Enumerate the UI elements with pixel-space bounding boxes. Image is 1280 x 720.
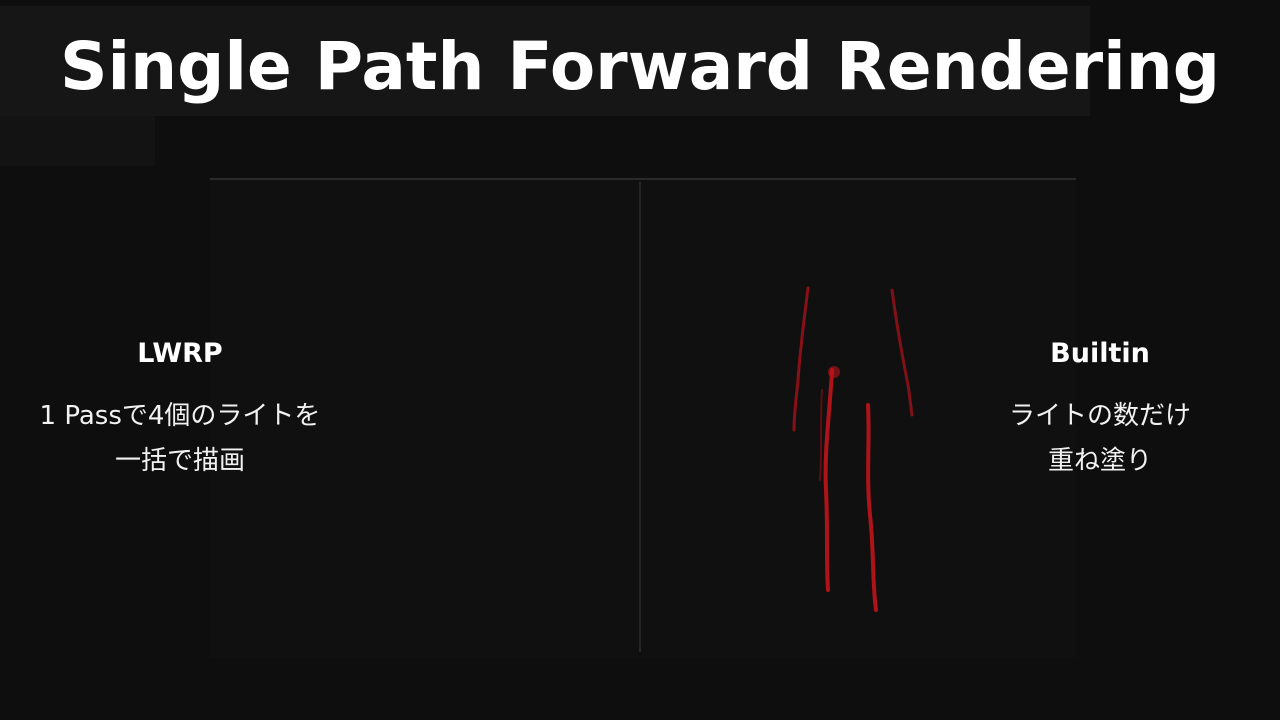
red-light-streaks-render xyxy=(792,286,914,612)
builtin-description-line-1: ライトの数だけ xyxy=(1008,401,1191,431)
light-streak xyxy=(792,286,810,432)
light-streak xyxy=(819,389,823,481)
slide: Single Path Forward Rendering LWRP 1 Pas… xyxy=(0,0,1280,720)
light-streak xyxy=(890,288,914,417)
lwrp-description: 1 Passで4個のライトを 一括で描画 xyxy=(0,394,360,484)
light-streak xyxy=(823,368,834,592)
horizontal-divider xyxy=(210,178,1076,180)
builtin-description-line-2: 重ね塗り xyxy=(1047,446,1152,476)
slide-title: Single Path Forward Rendering xyxy=(60,28,1220,105)
lwrp-description-line-1: 1 Passで4個のライトを xyxy=(39,401,321,431)
light-streak xyxy=(866,403,878,612)
lwrp-heading: LWRP xyxy=(137,338,223,369)
light-glow xyxy=(828,366,840,378)
vertical-divider xyxy=(639,182,641,652)
builtin-description: ライトの数だけ 重ね塗り xyxy=(960,394,1240,484)
lwrp-description-line-2: 一括で描画 xyxy=(114,446,245,476)
builtin-heading: Builtin xyxy=(1050,338,1150,369)
